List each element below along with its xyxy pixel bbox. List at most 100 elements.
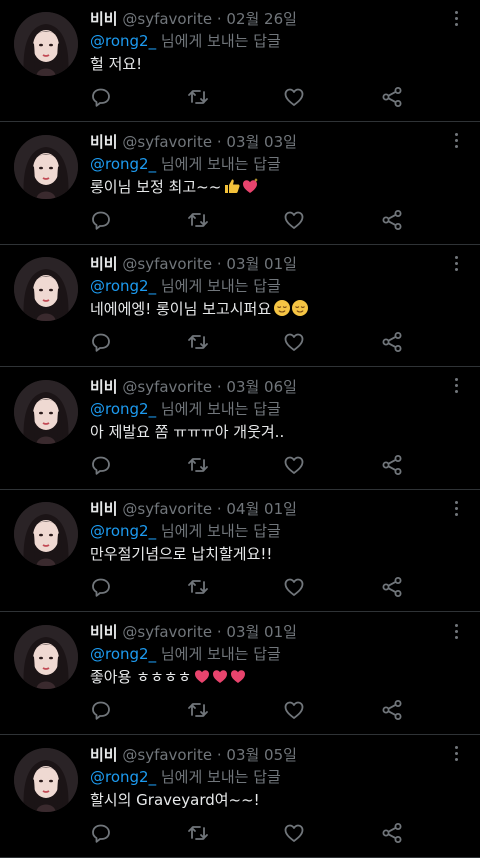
replying-to-label: 님에게 보내는 답글 [160,154,281,173]
retweet-icon[interactable] [186,330,210,354]
like-icon[interactable] [282,575,306,599]
share-icon[interactable] [380,85,404,109]
display-name[interactable]: 비비 [90,133,118,151]
tweet-text-content: 롱이님 보정 최고~~ [90,177,222,196]
handle[interactable]: @syfavorite [122,133,212,151]
like-icon[interactable] [282,453,306,477]
display-name[interactable]: 비비 [90,255,118,273]
like-icon[interactable] [282,208,306,232]
avatar[interactable] [14,502,78,567]
reply-mention-link[interactable]: @rong2_ [90,522,156,540]
tweet[interactable]: 비비 @syfavorite · 02월 26일 @rong2_ 님에게 보내는… [0,0,480,122]
avatar[interactable] [14,257,78,322]
more-options-icon[interactable] [450,376,462,396]
display-name[interactable]: 비비 [90,378,118,396]
avatar[interactable] [14,747,78,812]
tweet[interactable]: 비비 @syfavorite · 03월 01일 @rong2_ 님에게 보내는… [0,245,480,368]
tweet-date[interactable]: 04월 01일 [226,500,297,518]
tweet[interactable]: 비비 @syfavorite · 03월 05일 @rong2_ 님에게 보내는… [0,736,480,858]
retweet-icon[interactable] [186,453,210,477]
more-options-icon[interactable] [450,744,462,764]
replying-to-label: 님에게 보내는 답글 [160,32,281,50]
tweet[interactable]: 비비 @syfavorite · 04월 01일 @rong2_ 님에게 보내는… [0,490,480,613]
avatar[interactable] [14,625,78,689]
share-icon[interactable] [380,208,404,232]
more-options-icon[interactable] [450,498,462,518]
more-options-icon[interactable] [450,8,462,28]
tweet-date[interactable]: 03월 01일 [226,623,297,641]
tweet-text: 좋아용 ㅎㅎㅎㅎ [90,666,247,691]
tweet-text-content: 좋아용 ㅎㅎㅎㅎ [90,668,192,686]
tweet-date[interactable]: 03월 01일 [226,255,297,273]
tweet-text-content: 만우절기념으로 납치할게요!! [90,545,273,564]
reply-icon[interactable] [89,330,113,354]
replying-to-label: 님에게 보내는 답글 [160,645,281,663]
tweet-feed: 비비 @syfavorite · 02월 26일 @rong2_ 님에게 보내는… [0,0,480,858]
tweet-date[interactable]: 02월 26일 [226,10,297,28]
reply-mention-link[interactable]: @rong2_ [90,768,156,786]
tweet-date[interactable]: 03월 03일 [226,133,297,151]
reply-mention-link[interactable]: @rong2_ [90,277,156,295]
reply-icon[interactable] [89,698,113,722]
avatar[interactable] [14,12,78,76]
tweet-date[interactable]: 03월 05일 [226,746,297,764]
avatar[interactable] [14,134,78,199]
more-options-icon[interactable] [450,253,462,273]
meta-separator: · [216,132,222,151]
handle[interactable]: @syfavorite [122,500,212,518]
display-name[interactable]: 비비 [90,10,118,28]
tweet-text-content: 헐 저요! [90,55,143,73]
retweet-icon[interactable] [186,575,210,599]
more-options-icon[interactable] [450,131,462,151]
reply-mention-link[interactable]: @rong2_ [90,32,156,50]
reply-mention-link[interactable]: @rong2_ [90,155,156,173]
tweet-header: 비비 @syfavorite · 03월 01일 [90,622,297,642]
like-icon[interactable] [282,330,306,354]
reply-icon[interactable] [89,85,113,109]
meta-separator: · [216,255,222,274]
meta-separator: · [216,745,222,764]
like-icon[interactable] [282,698,306,722]
share-icon[interactable] [380,575,404,599]
handle[interactable]: @syfavorite [122,746,212,764]
like-icon[interactable] [282,85,306,109]
heart-emoji [229,667,247,691]
more-options-icon[interactable] [450,621,462,641]
reply-icon[interactable] [89,208,113,232]
tweet-actions [0,330,480,354]
tweet[interactable]: 비비 @syfavorite · 03월 06일 @rong2_ 님에게 보내는… [0,368,480,490]
display-name[interactable]: 비비 [90,746,118,764]
share-icon[interactable] [380,453,404,477]
share-icon[interactable] [380,330,404,354]
handle[interactable]: @syfavorite [122,378,212,396]
tweet-actions [0,575,480,599]
reply-icon[interactable] [89,453,113,477]
retweet-icon[interactable] [186,821,210,845]
reply-icon[interactable] [89,821,113,845]
handle[interactable]: @syfavorite [122,10,212,28]
tweet[interactable]: 비비 @syfavorite · 03월 01일 @rong2_ 님에게 보내는… [0,613,480,735]
tweet-actions [0,698,480,722]
display-name[interactable]: 비비 [90,623,118,641]
retweet-icon[interactable] [186,208,210,232]
replying-to-label: 님에게 보내는 답글 [160,767,281,786]
reply-mention-link[interactable]: @rong2_ [90,400,156,418]
display-name[interactable]: 비비 [90,500,118,518]
avatar[interactable] [14,379,78,444]
tweet-actions [0,453,480,477]
reply-mention-link[interactable]: @rong2_ [90,645,156,663]
handle[interactable]: @syfavorite [122,255,212,273]
reply-icon[interactable] [89,575,113,599]
relieved-face-emoji [273,299,291,323]
share-icon[interactable] [380,698,404,722]
retweet-icon[interactable] [186,698,210,722]
tweet-header: 비비 @syfavorite · 03월 05일 [90,745,297,765]
handle[interactable]: @syfavorite [122,623,212,641]
tweet-date[interactable]: 03월 06일 [226,378,297,396]
share-icon[interactable] [380,821,404,845]
like-icon[interactable] [282,821,306,845]
thumbs-up-emoji [223,177,241,201]
heart-emoji [193,667,211,691]
retweet-icon[interactable] [186,85,210,109]
tweet[interactable]: 비비 @syfavorite · 03월 03일 @rong2_ 님에게 보내는… [0,123,480,245]
